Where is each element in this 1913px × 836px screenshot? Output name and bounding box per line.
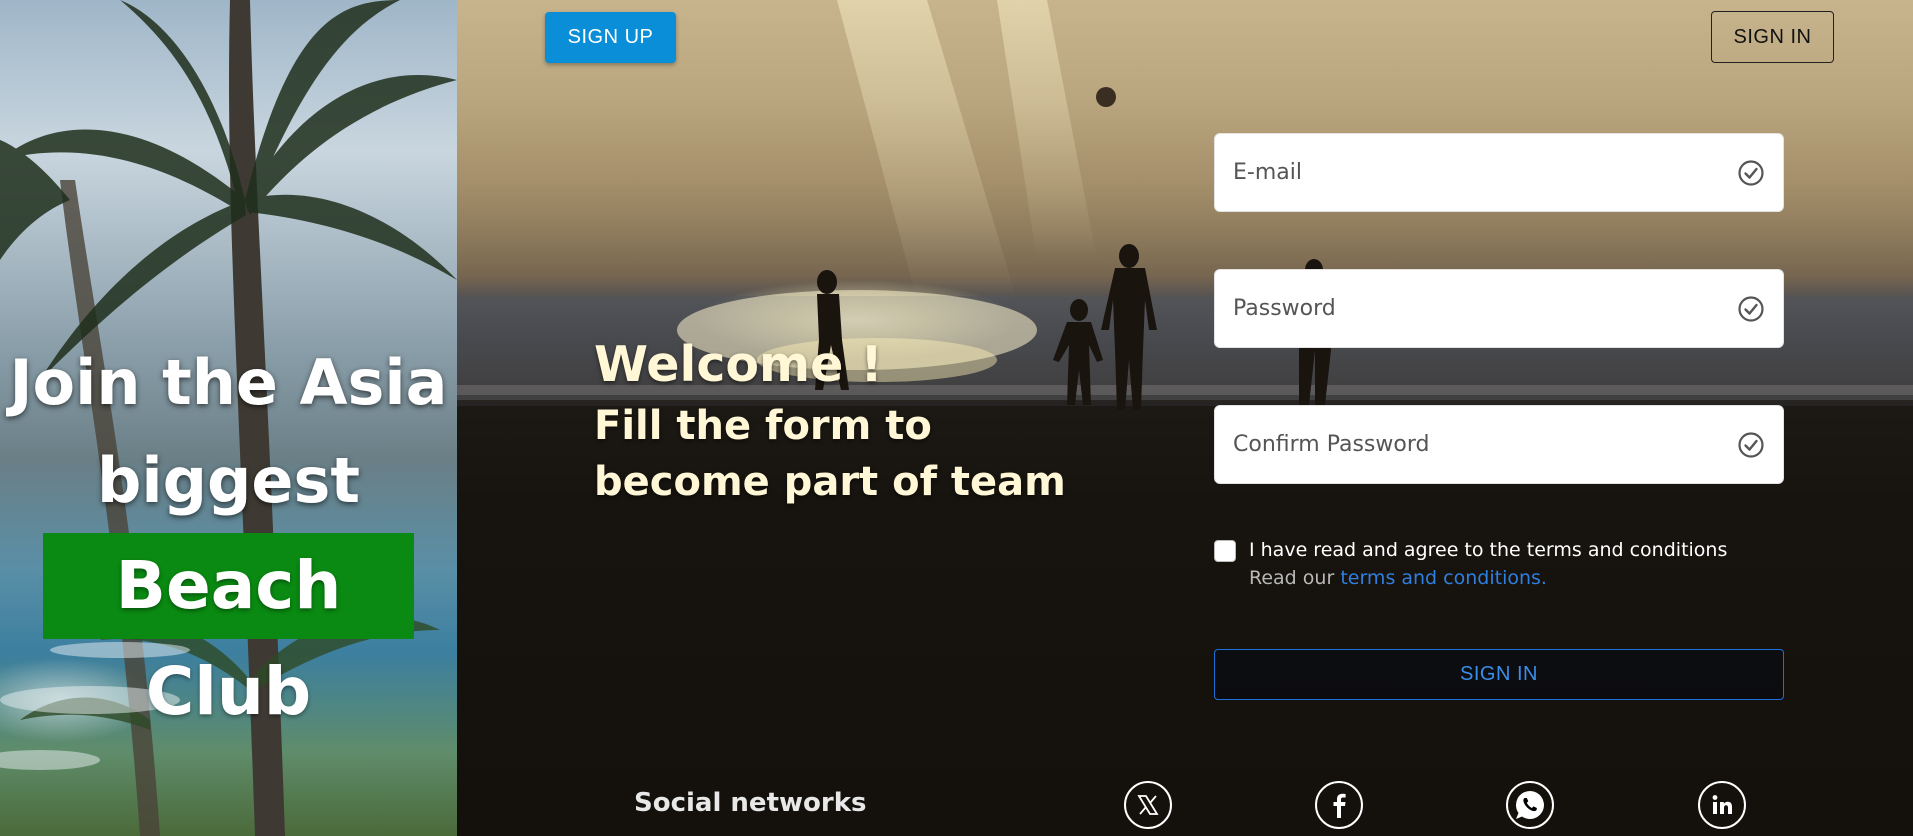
confirm-password-input[interactable] [1215, 406, 1783, 483]
hero-title-line1: Join the Asia [9, 346, 448, 419]
password-input[interactable] [1215, 270, 1783, 347]
signup-button[interactable]: SIGN UP [545, 12, 676, 63]
check-circle-icon [1738, 296, 1764, 322]
facebook-icon[interactable] [1315, 781, 1363, 829]
check-circle-icon [1738, 160, 1764, 186]
terms-link[interactable]: terms and conditions. [1340, 567, 1547, 589]
signin-top-button[interactable]: SIGN IN [1711, 11, 1834, 63]
hero-highlight: Beach Club [43, 533, 414, 730]
facebook-logo-glyph [1333, 793, 1346, 818]
hero-title-line2: biggest [97, 444, 360, 517]
check-circle-icon [1738, 432, 1764, 458]
x-icon[interactable] [1124, 781, 1172, 829]
welcome-heading: Welcome ! [594, 336, 883, 393]
email-input[interactable] [1215, 134, 1783, 211]
linkedin-logo-glyph [1712, 795, 1732, 814]
linkedin-icon[interactable] [1698, 781, 1746, 829]
password-field [1214, 269, 1784, 348]
whatsapp-icon[interactable] [1506, 781, 1554, 829]
terms-label: I have read and agree to the terms and c… [1249, 539, 1728, 561]
x-logo-glyph [1137, 795, 1159, 815]
welcome-tagline: Fill the form to become part of team [594, 403, 1066, 505]
terms-checkbox[interactable] [1214, 540, 1236, 562]
hero-panel: Join the Asia biggest Beach Club [0, 0, 457, 836]
social-networks-title: Social networks [634, 788, 867, 818]
email-field [1214, 133, 1784, 212]
signin-submit-button[interactable]: SIGN IN [1214, 649, 1784, 700]
confirm-password-field [1214, 405, 1784, 484]
terms-hint-prefix: Read our [1249, 567, 1341, 589]
terms-hint: Read our terms and conditions. [1249, 567, 1547, 589]
whatsapp-logo-glyph [1515, 791, 1544, 819]
